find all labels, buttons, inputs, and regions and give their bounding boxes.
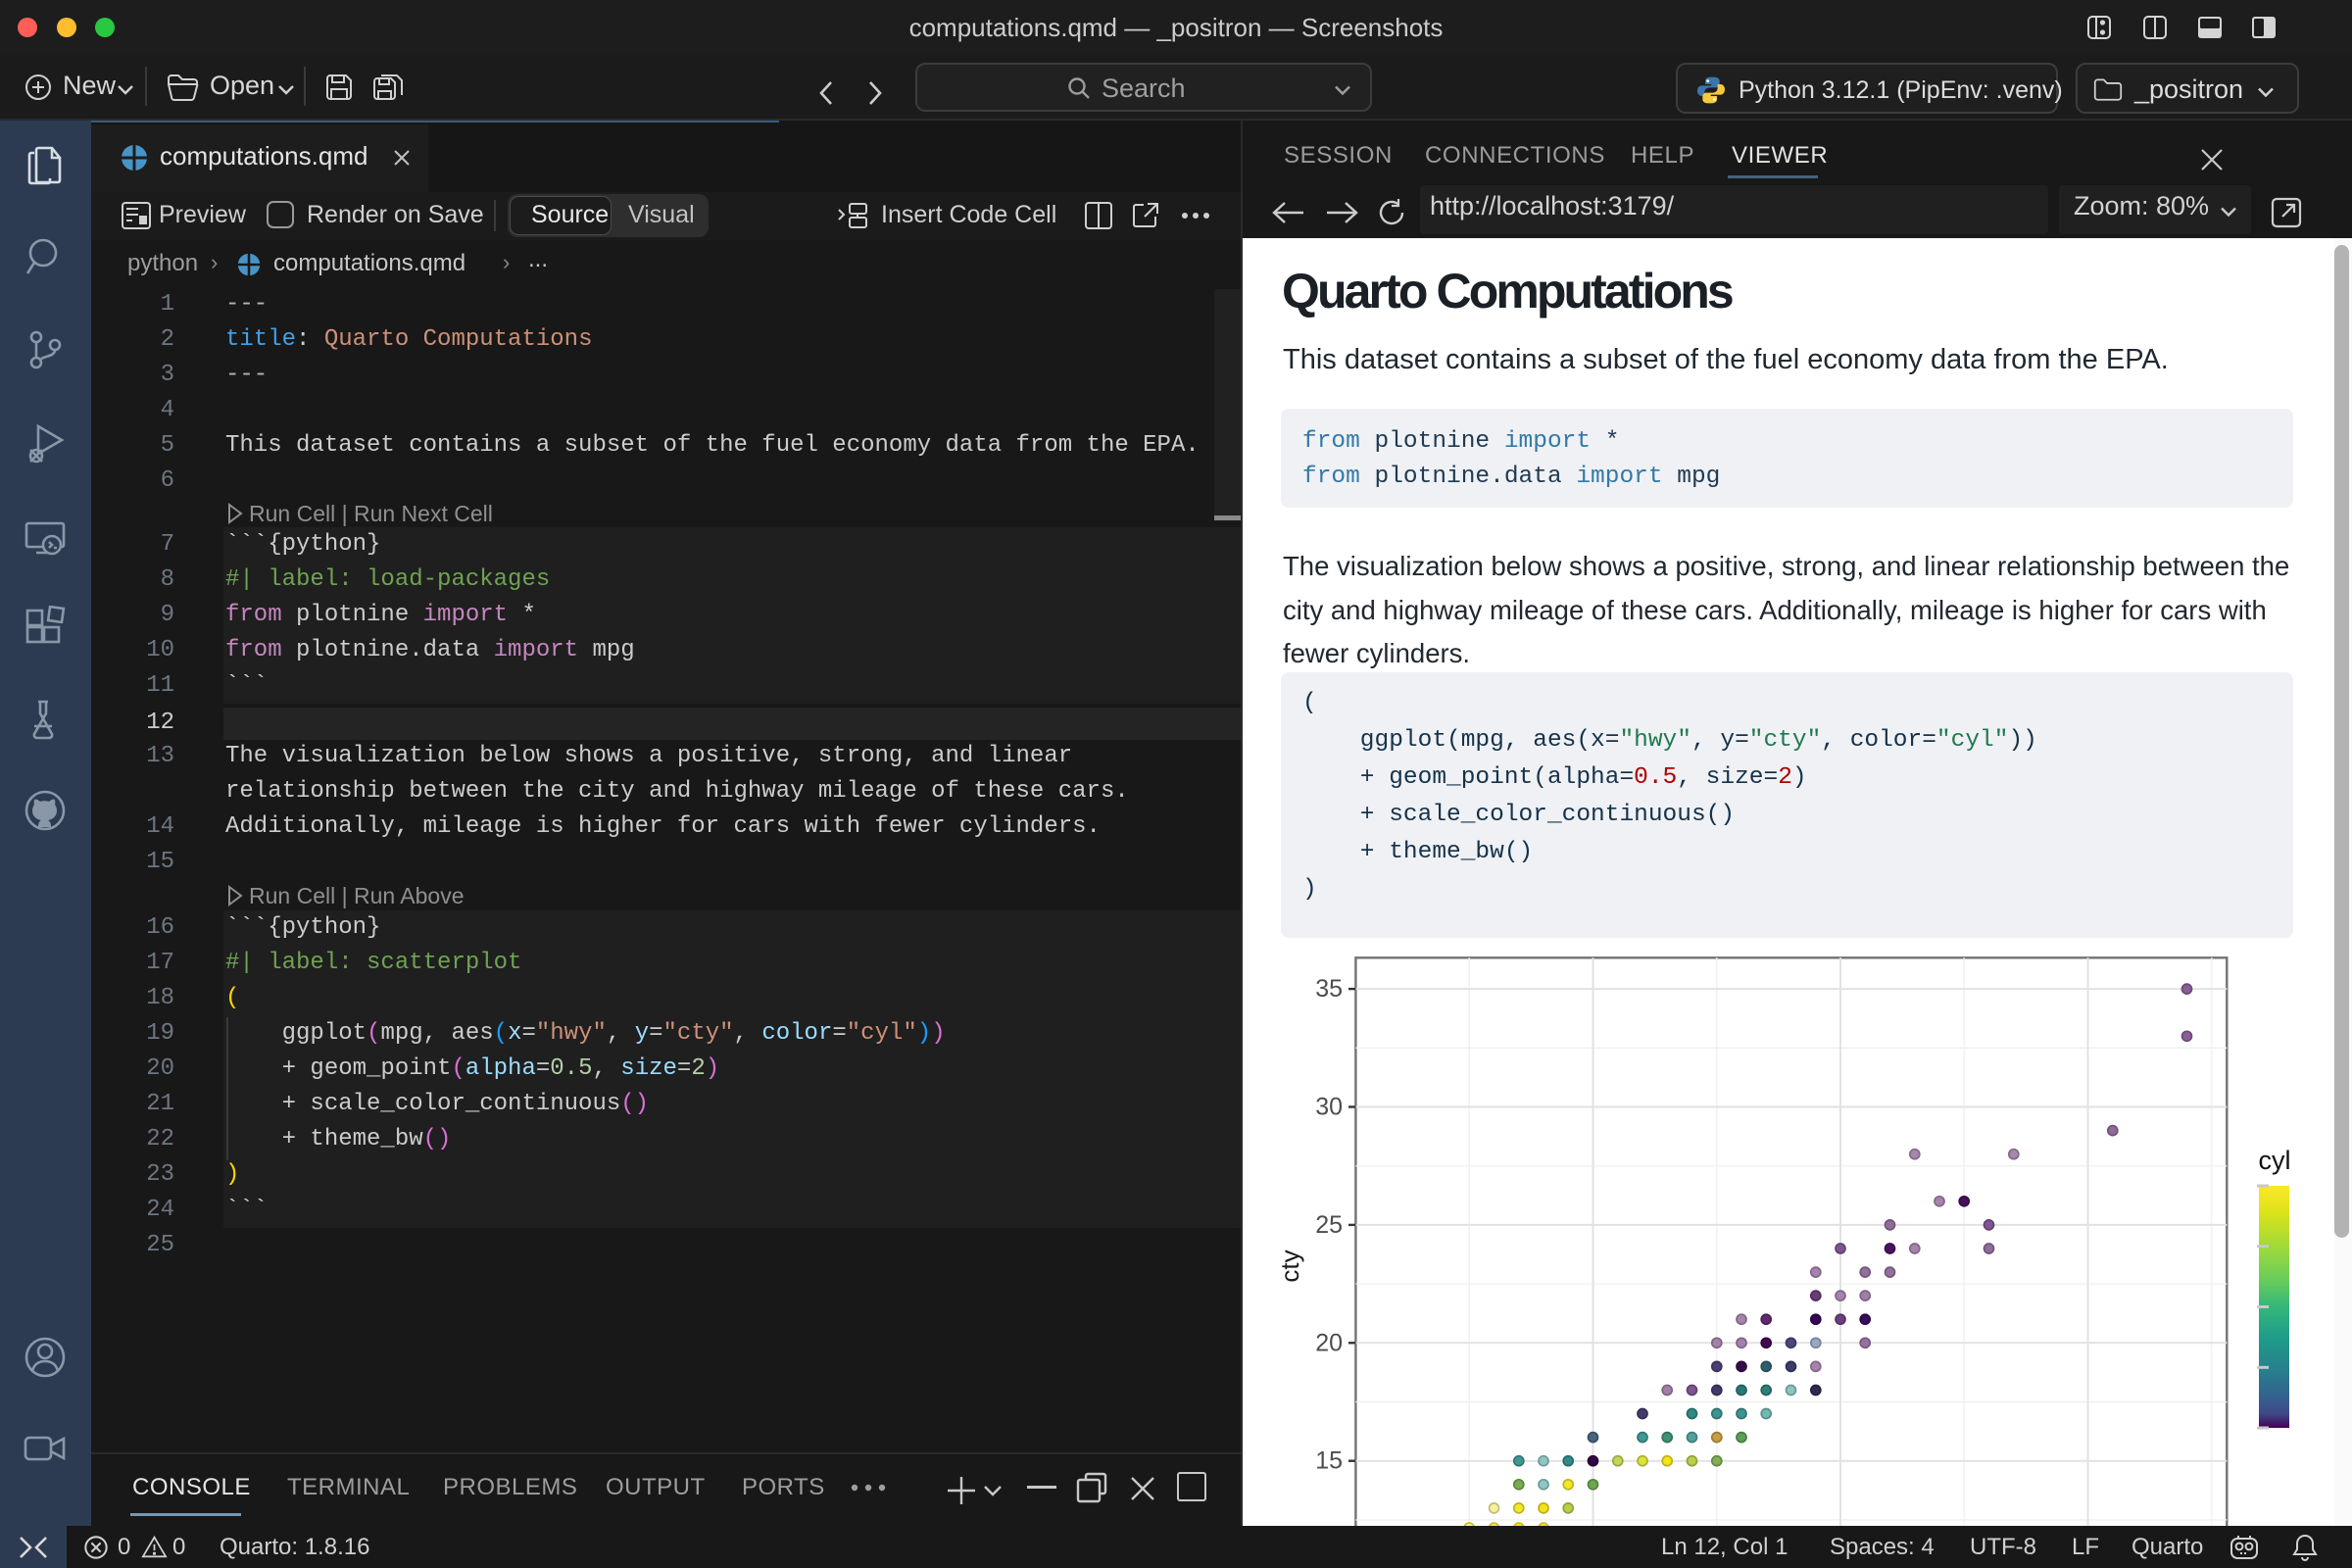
svg-text:15: 15 [1315, 1447, 1343, 1475]
svg-text:30: 30 [1315, 1094, 1343, 1121]
svg-text:20: 20 [1315, 1329, 1343, 1356]
svg-text:cyl: cyl [2259, 1146, 2291, 1175]
svg-text:35: 35 [1315, 975, 1343, 1003]
svg-text:cty: cty [1275, 1250, 1304, 1282]
svg-text:25: 25 [1315, 1211, 1343, 1239]
